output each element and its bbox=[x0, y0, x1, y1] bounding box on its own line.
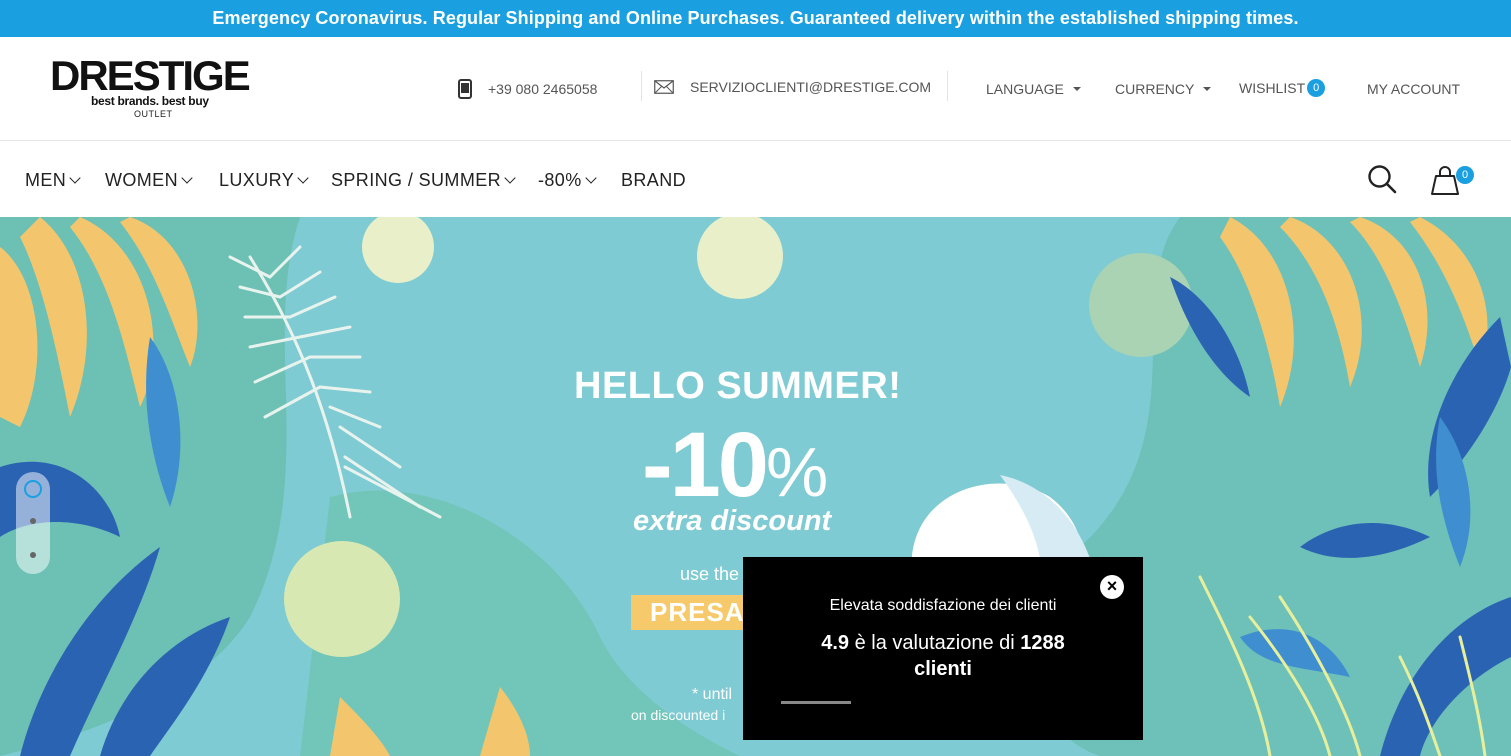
chevron-down-icon bbox=[584, 172, 597, 184]
hero-discount: -10% bbox=[642, 413, 828, 518]
cart-button[interactable]: 0 bbox=[1428, 164, 1474, 203]
chevron-down-icon bbox=[69, 172, 81, 184]
divider bbox=[641, 71, 642, 101]
discount-value: -10 bbox=[642, 414, 769, 516]
popup-title: Elevata soddisfazione dei clienti bbox=[829, 597, 1057, 614]
rating-count: 1288 bbox=[1020, 632, 1065, 654]
nav-men[interactable]: MEN bbox=[25, 170, 81, 191]
wishlist-link[interactable]: WISHLIST 0 bbox=[1239, 79, 1326, 97]
search-button[interactable] bbox=[1367, 164, 1397, 199]
close-icon[interactable]: × bbox=[1100, 575, 1124, 599]
percent-sign: % bbox=[765, 433, 829, 511]
envelope-icon bbox=[654, 80, 674, 94]
nav-minus-80[interactable]: -80% bbox=[538, 170, 597, 191]
my-account-label: MY ACCOUNT bbox=[1367, 81, 1461, 97]
divider bbox=[947, 71, 948, 101]
slide-dot-active[interactable] bbox=[24, 480, 42, 498]
logo-tagline: best brands. best buy bbox=[91, 94, 209, 108]
currency-label: CURRENCY bbox=[1115, 81, 1195, 97]
slide-dot[interactable] bbox=[30, 518, 36, 524]
email-contact[interactable]: SERVIZIOCLIENTI@DRESTIGE.COM bbox=[654, 79, 931, 95]
logo-outlet: OUTLET bbox=[134, 109, 173, 119]
logo-wordmark: DRESTIGE bbox=[50, 52, 251, 99]
caret-down-icon bbox=[1072, 87, 1081, 91]
currency-dropdown[interactable]: CURRENCY bbox=[1115, 81, 1212, 97]
slide-dot[interactable] bbox=[30, 552, 36, 558]
phone-icon bbox=[458, 79, 472, 99]
main-nav: MEN WOMEN LUXURY SPRING / SUMMER -80% BR… bbox=[0, 142, 1511, 217]
nav-label: MEN bbox=[25, 170, 67, 190]
nav-women[interactable]: WOMEN bbox=[105, 170, 193, 191]
nav-label: LUXURY bbox=[219, 170, 295, 190]
wishlist-label: WISHLIST bbox=[1239, 80, 1306, 96]
nav-label: SPRING / SUMMER bbox=[331, 170, 502, 190]
hero-use-the: use the bbox=[680, 564, 740, 584]
nav-luxury[interactable]: LUXURY bbox=[219, 170, 309, 191]
top-header: DRESTIGE best brands. best buy OUTLET +3… bbox=[0, 37, 1511, 141]
promo-code: PRESA bbox=[631, 595, 751, 630]
rating-end: clienti bbox=[914, 658, 972, 680]
rating-value: 4.9 bbox=[821, 632, 850, 654]
nav-label: BRAND bbox=[621, 170, 687, 190]
cart-count-badge: 0 bbox=[1456, 166, 1474, 184]
hero-until: * until bbox=[692, 686, 733, 703]
hero-headline: HELLO SUMMER! bbox=[574, 365, 902, 407]
announcement-text: Emergency Coronavirus. Regular Shipping … bbox=[212, 8, 1299, 28]
hero-on-discounted: on discounted i bbox=[631, 707, 726, 723]
nav-label: WOMEN bbox=[105, 170, 178, 190]
nav-brand[interactable]: BRAND bbox=[621, 170, 686, 191]
language-dropdown[interactable]: LANGUAGE bbox=[986, 81, 1081, 97]
nav-spring-summer[interactable]: SPRING / SUMMER bbox=[331, 170, 516, 191]
logo[interactable]: DRESTIGE best brands. best buy OUTLET bbox=[50, 55, 260, 125]
phone-contact[interactable]: +39 080 2465058 bbox=[458, 79, 597, 99]
popup-progress-bar bbox=[781, 701, 851, 704]
email-address: SERVIZIOCLIENTI@DRESTIGE.COM bbox=[690, 79, 932, 95]
chevron-down-icon bbox=[297, 172, 309, 184]
chevron-down-icon bbox=[181, 172, 193, 184]
popup-rating-text: 4.9 è la valutazione di 1288 clienti bbox=[803, 630, 1083, 682]
slider-pagination bbox=[16, 472, 50, 574]
nav-label: -80% bbox=[538, 170, 582, 190]
caret-down-icon bbox=[1203, 87, 1212, 91]
my-account-link[interactable]: MY ACCOUNT bbox=[1367, 81, 1460, 97]
phone-number: +39 080 2465058 bbox=[488, 81, 598, 97]
language-label: LANGUAGE bbox=[986, 81, 1064, 97]
rating-popup: × Elevata soddisfazione dei clienti 4.9 … bbox=[743, 557, 1143, 740]
announcement-bar: Emergency Coronavirus. Regular Shipping … bbox=[0, 0, 1511, 37]
rating-mid: è la valutazione di bbox=[849, 632, 1021, 654]
search-icon bbox=[1368, 165, 1397, 194]
hero-extra-discount: extra discount bbox=[633, 505, 832, 537]
wishlist-count-badge: 0 bbox=[1307, 79, 1326, 97]
chevron-down-icon bbox=[504, 172, 516, 184]
